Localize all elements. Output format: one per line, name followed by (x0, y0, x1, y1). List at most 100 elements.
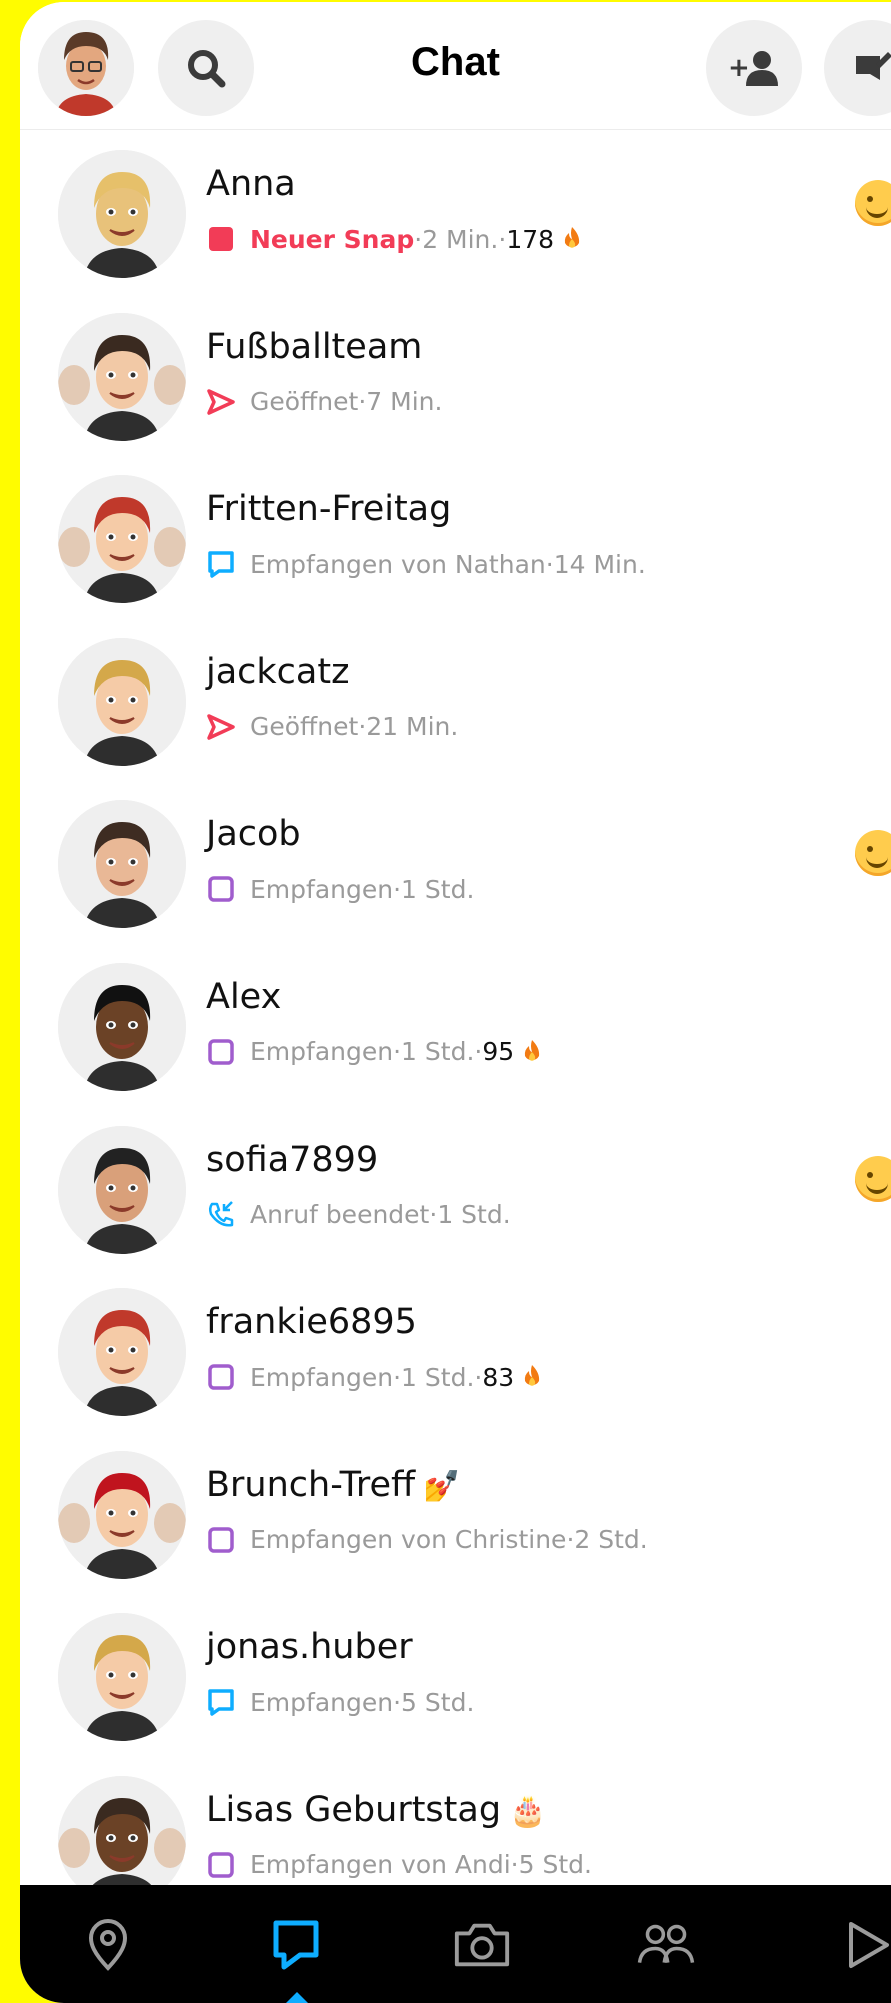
active-tab-indicator (286, 1992, 308, 2003)
chat-status-line: Empfangen von Andi · 5 Std. (206, 1848, 592, 1882)
chat-row[interactable]: frankie6895 Empfangen · 1 Std. · 83 (20, 1268, 891, 1431)
streak-count: 95 (482, 1037, 515, 1067)
chat-name: Anna (206, 164, 296, 204)
chat-status-line: Empfangen · 1 Std. (206, 872, 474, 906)
received-status-icon (206, 1037, 236, 1067)
add-friend-button[interactable]: + (706, 20, 802, 116)
chat-status-line: Neuer Snap · 2 Min. · 178 (206, 222, 584, 256)
received-status-icon (206, 1362, 236, 1392)
chat-status-text: Empfangen von Andi (250, 1850, 511, 1880)
chat-name-text: Fußballteam (206, 326, 423, 367)
nav-chat[interactable] (266, 1915, 326, 1975)
chat-status-text: Empfangen (250, 874, 394, 904)
chat-row[interactable]: Anna Neuer Snap · 2 Min. · 178 (20, 130, 891, 293)
chat-timestamp: 7 Min. (366, 387, 443, 417)
chat-status-text: Empfangen (250, 1037, 394, 1067)
chat-timestamp: 2 Min. (422, 224, 499, 254)
name-emoji: 💅 (423, 1468, 461, 1504)
group-avatar[interactable] (58, 475, 186, 604)
friend-avatar[interactable] (58, 150, 186, 278)
chat-timestamp: 21 Min. (366, 712, 459, 742)
chat-name-text: Anna (206, 164, 296, 204)
chat-name: Brunch-Treff 💅 (206, 1465, 460, 1505)
chat-status-text: Geöffnet (250, 712, 359, 742)
friend-emoji-icon (855, 830, 891, 877)
nav-camera[interactable] (452, 1915, 512, 1975)
chat-status-line: Empfangen · 1 Std. · 83 (206, 1360, 544, 1394)
streak-fire-icon (524, 1365, 540, 1386)
chat-status-text: Neuer Snap (250, 224, 415, 254)
nav-friends[interactable] (636, 1915, 696, 1975)
chat-timestamp: 14 Min. (553, 549, 646, 579)
chat-icon (273, 1920, 319, 1970)
friend-emoji-icon (855, 180, 891, 226)
separator: · (393, 1362, 402, 1392)
chat-name: Jacob (206, 814, 301, 854)
chat-row[interactable]: jackcatz Geöffnet · 21 Min. (20, 618, 891, 781)
chat-row[interactable]: jonas.huber Empfangen · 5 Std. (20, 1593, 891, 1756)
separator: · (474, 1037, 483, 1067)
friend-emoji-icon (855, 1155, 891, 1202)
chat-row[interactable]: Fritten-Freitag Empfangen von Nathan · 14… (20, 455, 891, 618)
friend-avatar[interactable] (58, 1125, 186, 1254)
chat-name-text: jonas.huber (206, 1627, 413, 1668)
separator: · (358, 712, 367, 742)
new-chat-button[interactable] (824, 20, 891, 116)
app-screen: Chat + Anna Neuer Snap · 2 Min. · 178 Fußb… (20, 2, 891, 2003)
chat-name: Alex (206, 977, 281, 1017)
streak-fire (520, 1038, 544, 1066)
group-avatar[interactable] (58, 1450, 186, 1579)
chat-status-text: Empfangen von Christine (250, 1525, 567, 1555)
opened-status-icon (206, 387, 236, 417)
chat-status-text: Anruf beendet (250, 1200, 430, 1230)
chat-name: jonas.huber (206, 1627, 413, 1667)
chat-name-text: Fritten-Freitag (206, 489, 452, 530)
friend-avatar[interactable] (58, 1613, 186, 1742)
separator: · (393, 1687, 402, 1717)
chat-row[interactable]: sofia7899 Anruf beendet · 1 Std. (20, 1106, 891, 1269)
chat-name-text: Alex (206, 976, 282, 1017)
chat-row[interactable]: Alex Empfangen · 1 Std. · 95 (20, 943, 891, 1106)
chat-status-text: Geöffnet (250, 387, 359, 417)
streak-fire (520, 1363, 544, 1391)
chat-status-line: Empfangen · 5 Std. (206, 1685, 474, 1719)
chat-row[interactable]: Fußballteam Geöffnet · 7 Min. (20, 293, 891, 456)
chat-timestamp: 1 Std. (401, 1037, 475, 1067)
friend-avatar[interactable] (58, 637, 186, 766)
streak-count: 178 (506, 224, 555, 254)
chat-status-text: Empfangen von Nathan (250, 549, 546, 579)
separator: · (545, 549, 554, 579)
map-pin-icon (88, 1919, 128, 1971)
header: Chat + (20, 2, 891, 130)
name-emoji: 🎂 (509, 1793, 547, 1829)
svg-text:+: + (728, 53, 750, 83)
chat-received-status-icon (206, 549, 236, 579)
nav-spotlight[interactable] (838, 1915, 891, 1975)
camera-icon (454, 1923, 510, 1967)
chat-row[interactable]: Brunch-Treff 💅 Empfangen von Christine · 2… (20, 1431, 891, 1594)
separator: · (393, 874, 402, 904)
nav-map[interactable] (78, 1915, 138, 1975)
received-status-icon (206, 874, 236, 904)
friend-avatar[interactable] (58, 800, 186, 929)
group-avatar[interactable] (58, 312, 186, 441)
chat-name: jackcatz (206, 652, 349, 692)
separator: · (429, 1200, 438, 1230)
separator: · (393, 1037, 402, 1067)
chat-status-line: Geöffnet · 7 Min. (206, 385, 442, 419)
chat-name-text: sofia7899 (206, 1139, 379, 1180)
friend-avatar[interactable] (58, 1288, 186, 1417)
separator: · (474, 1362, 483, 1392)
chat-timestamp: 2 Std. (574, 1525, 648, 1555)
separator: · (358, 387, 367, 417)
call-status-icon (206, 1200, 236, 1230)
chat-row[interactable]: Jacob Empfangen · 1 Std. (20, 780, 891, 943)
received-status-icon (206, 1525, 236, 1555)
new-snap-status-icon (206, 224, 236, 254)
received-status-icon (206, 1850, 236, 1880)
chat-name: sofia7899 (206, 1140, 378, 1180)
chat-timestamp: 1 Std. (437, 1200, 511, 1230)
chat-name-text: Lisas Geburtstag (206, 1789, 502, 1830)
chat-name: Lisas Geburtstag 🎂 (206, 1790, 546, 1830)
friend-avatar[interactable] (58, 962, 186, 1091)
